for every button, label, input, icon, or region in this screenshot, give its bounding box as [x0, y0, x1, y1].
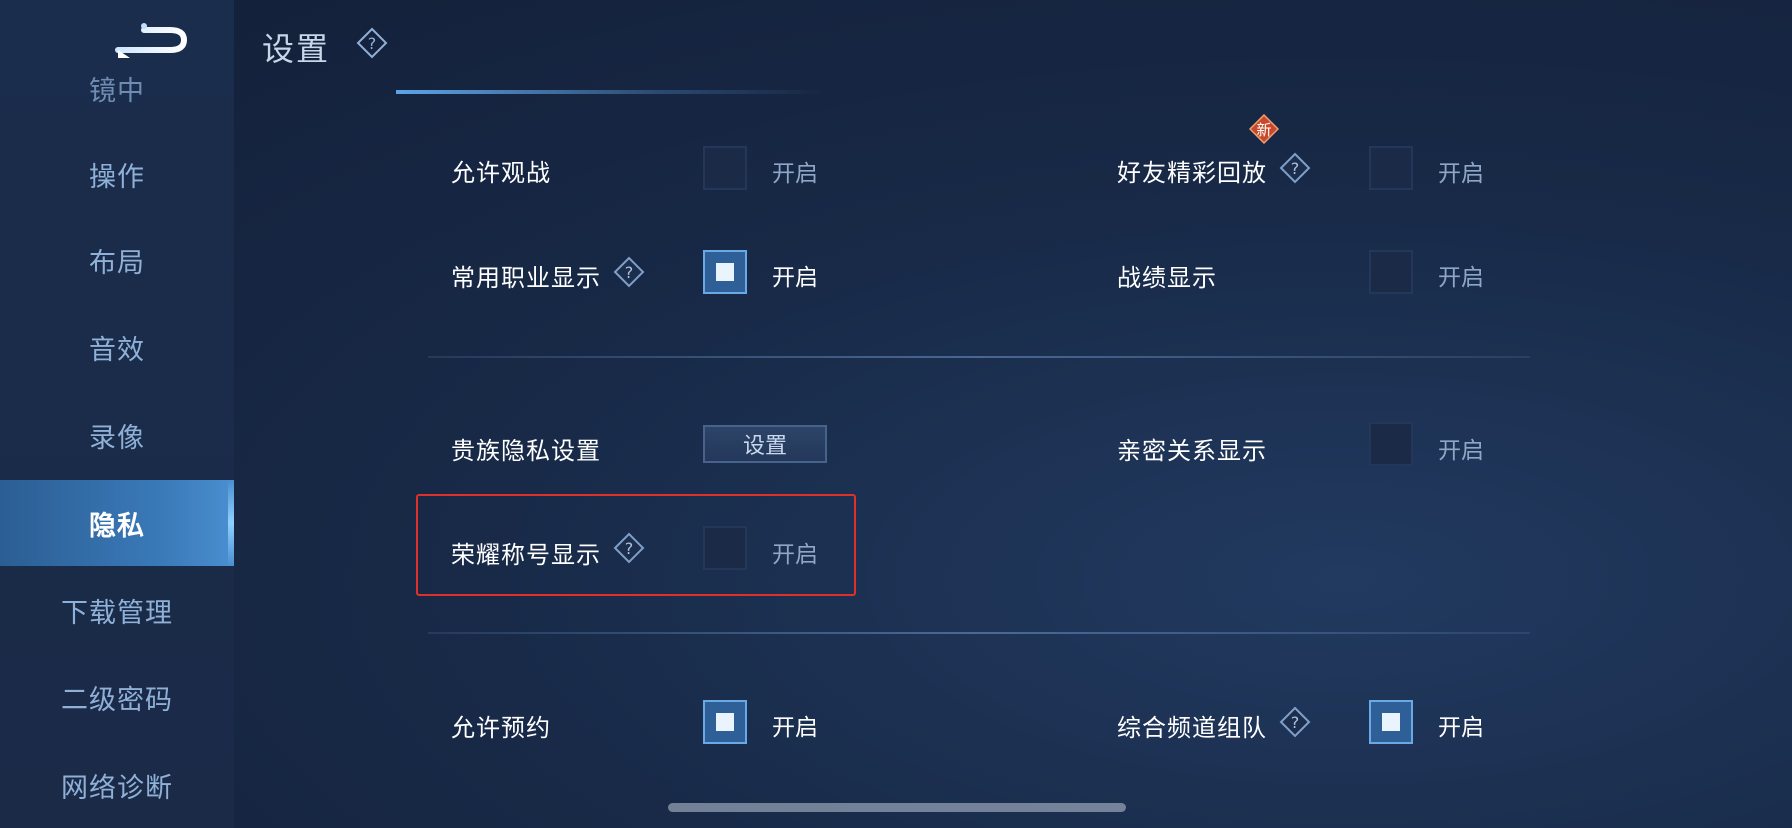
page-title: 设置 — [262, 30, 331, 68]
sidebar: 镜中 操作 布局 音效 录像 隐私 下载管理 二级密码 网络诊断 — [0, 0, 234, 828]
channel-team-help-icon[interactable]: ? — [1279, 706, 1311, 738]
sidebar-item-operation[interactable]: 操作 — [0, 131, 234, 217]
sidebar-item-second-password[interactable]: 二级密码 — [0, 654, 234, 740]
friend-replay-option: 开启 — [1438, 161, 1484, 187]
friend-replay-label: 好友精彩回放 — [1117, 159, 1267, 187]
highlight-annotation-box — [416, 494, 856, 596]
sidebar-item-privacy[interactable]: 隐私 — [0, 480, 234, 566]
home-indicator[interactable] — [668, 803, 1126, 812]
svg-text:新: 新 — [1256, 121, 1271, 139]
new-badge: 新 — [1249, 114, 1279, 144]
allow-spectate-option: 开启 — [772, 161, 818, 187]
allow-spectate-label: 允许观战 — [451, 159, 551, 187]
noble-privacy-settings-button[interactable]: 设置 — [703, 425, 827, 463]
svg-text:?: ? — [1291, 159, 1300, 178]
record-display-option: 开启 — [1438, 265, 1484, 291]
sidebar-item-layout[interactable]: 布局 — [0, 217, 234, 303]
sidebar-item-sound[interactable]: 音效 — [0, 304, 234, 390]
allow-booking-option: 开启 — [772, 715, 818, 741]
svg-text:?: ? — [368, 34, 377, 53]
common-role-option: 开启 — [772, 265, 818, 291]
intimate-display-option: 开启 — [1438, 438, 1484, 464]
sidebar-item-network[interactable]: 网络诊断 — [0, 742, 234, 828]
title-underline — [396, 90, 826, 94]
channel-team-label: 综合频道组队 — [1117, 714, 1267, 742]
sidebar-item-download[interactable]: 下载管理 — [0, 567, 234, 653]
record-display-label: 战绩显示 — [1117, 264, 1217, 292]
allow-booking-checkbox[interactable] — [703, 700, 747, 744]
allow-spectate-checkbox[interactable] — [703, 146, 747, 190]
intimate-display-label: 亲密关系显示 — [1117, 437, 1267, 465]
record-display-checkbox[interactable] — [1369, 250, 1413, 294]
common-role-checkbox[interactable] — [703, 250, 747, 294]
section-divider — [428, 632, 1530, 634]
sidebar-item-recording[interactable]: 录像 — [0, 392, 234, 478]
allow-booking-label: 允许预约 — [451, 714, 551, 742]
sidebar-item-mirror[interactable]: 镜中 — [0, 45, 234, 131]
active-tab-glow — [228, 480, 234, 566]
channel-team-checkbox[interactable] — [1369, 700, 1413, 744]
noble-privacy-label: 贵族隐私设置 — [451, 437, 601, 465]
common-role-help-icon[interactable]: ? — [613, 256, 645, 288]
channel-team-option: 开启 — [1438, 715, 1484, 741]
friend-replay-checkbox[interactable] — [1369, 146, 1413, 190]
title-help-icon[interactable]: ? — [356, 27, 388, 59]
friend-replay-help-icon[interactable]: ? — [1279, 152, 1311, 184]
svg-text:?: ? — [1291, 713, 1300, 732]
common-role-label: 常用职业显示 — [451, 264, 601, 292]
section-divider — [428, 356, 1530, 358]
intimate-display-checkbox[interactable] — [1369, 422, 1413, 466]
svg-text:?: ? — [625, 263, 634, 282]
